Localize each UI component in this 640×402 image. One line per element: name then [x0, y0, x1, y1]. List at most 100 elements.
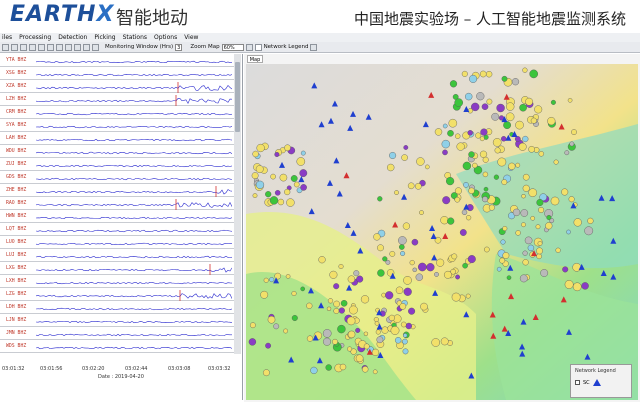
earthquake-event-marker[interactable] [493, 174, 500, 180]
earthquake-event-marker[interactable] [274, 190, 281, 196]
earthquake-event-marker[interactable] [260, 290, 269, 299]
trace-row[interactable]: ZHE BHZ [0, 186, 234, 197]
earthquake-event-marker[interactable] [568, 196, 575, 203]
earthquake-event-marker[interactable] [506, 275, 512, 280]
earthquake-event-marker[interactable] [424, 164, 430, 170]
earthquake-event-marker[interactable] [527, 244, 535, 252]
earthquake-event-marker[interactable] [454, 98, 463, 107]
trace-row[interactable]: LXG BHZ [0, 264, 234, 275]
earthquake-event-marker[interactable] [501, 75, 508, 82]
earthquake-event-marker[interactable] [468, 187, 475, 195]
earthquake-event-marker[interactable] [389, 250, 396, 257]
earthquake-event-marker[interactable] [251, 172, 259, 180]
pan-icon[interactable] [47, 43, 54, 51]
earthquake-event-marker[interactable] [296, 157, 306, 166]
earthquake-event-marker[interactable] [571, 129, 577, 136]
earthquake-event-marker[interactable] [340, 299, 348, 307]
trace-row[interactable]: YTA BHZ [0, 56, 234, 67]
earthquake-event-marker[interactable] [310, 366, 318, 375]
menu-picking[interactable]: Picking [94, 33, 115, 42]
earthquake-event-marker[interactable] [479, 70, 487, 78]
earthquake-event-marker[interactable] [333, 308, 340, 314]
earthquake-event-marker[interactable] [502, 225, 508, 231]
legend-checkbox[interactable] [575, 380, 580, 385]
earthquake-event-marker[interactable] [291, 290, 297, 296]
earthquake-event-marker[interactable] [536, 253, 542, 260]
earthquake-event-marker[interactable] [267, 315, 276, 324]
monitoring-window-input[interactable]: 3 [175, 43, 183, 51]
earthquake-event-marker[interactable] [482, 156, 489, 163]
earthquake-event-marker[interactable] [373, 233, 381, 241]
earthquake-event-marker[interactable] [572, 262, 582, 272]
earthquake-event-marker[interactable] [553, 159, 559, 165]
earthquake-event-marker[interactable] [488, 204, 495, 211]
earthquake-event-marker[interactable] [402, 222, 411, 230]
earthquake-event-marker[interactable] [496, 103, 505, 113]
trace-row[interactable]: LUJ BHZ [0, 251, 234, 262]
earthquake-event-marker[interactable] [501, 136, 507, 142]
trace-row[interactable]: ZUJ BHZ [0, 160, 234, 171]
trace-row[interactable]: SYA BHZ [0, 121, 234, 132]
earthquake-event-marker[interactable] [353, 270, 360, 277]
earthquake-event-marker[interactable] [491, 112, 500, 121]
earthquake-event-marker[interactable] [415, 273, 424, 281]
trace-row[interactable]: CRM BHZ [0, 108, 234, 119]
earthquake-event-marker[interactable] [416, 157, 425, 166]
earthquake-event-marker[interactable] [322, 337, 331, 346]
earthquake-event-marker[interactable] [377, 269, 385, 277]
earthquake-event-marker[interactable] [300, 150, 306, 156]
earthquake-event-marker[interactable] [286, 198, 295, 207]
earthquake-event-marker[interactable] [479, 150, 488, 158]
earthquake-event-marker[interactable] [442, 149, 448, 156]
earthquake-event-marker[interactable] [515, 230, 521, 236]
earthquake-event-marker[interactable] [528, 146, 535, 153]
earthquake-event-marker[interactable] [440, 337, 449, 346]
trace-row[interactable]: XZA BHZ [0, 82, 234, 93]
earthquake-event-marker[interactable] [412, 267, 417, 273]
earthquake-event-marker[interactable] [299, 169, 308, 178]
earthquake-event-marker[interactable] [355, 354, 364, 363]
earthquake-event-marker[interactable] [441, 139, 451, 149]
earthquake-event-marker[interactable] [436, 258, 445, 267]
menu-options[interactable]: Options [154, 33, 177, 42]
earthquake-event-marker[interactable] [443, 270, 452, 279]
earthquake-event-marker[interactable] [265, 342, 271, 349]
earthquake-event-marker[interactable] [270, 173, 276, 180]
earthquake-event-marker[interactable] [540, 269, 549, 277]
earthquake-event-marker[interactable] [503, 121, 511, 129]
earthquake-event-marker[interactable] [465, 293, 471, 299]
earthquake-event-marker[interactable] [581, 282, 589, 290]
earthquake-event-marker[interactable] [500, 239, 506, 245]
earthquake-event-marker[interactable] [300, 184, 307, 191]
earthquake-event-marker[interactable] [536, 247, 543, 255]
pick-icon[interactable] [56, 43, 63, 51]
earthquake-event-marker[interactable] [485, 70, 493, 78]
earthquake-event-marker[interactable] [519, 103, 527, 112]
earthquake-event-marker[interactable] [400, 321, 407, 328]
earthquake-event-marker[interactable] [528, 188, 538, 197]
trace-row[interactable]: LAH BHZ [0, 134, 234, 145]
menu-view[interactable]: View [184, 33, 198, 42]
earthquake-event-marker[interactable] [274, 272, 282, 280]
earthquake-event-marker[interactable] [562, 266, 569, 273]
trace-row[interactable]: LUO BHZ [0, 238, 234, 249]
earthquake-event-marker[interactable] [390, 326, 400, 335]
zoom-map-select[interactable]: 60% [221, 43, 244, 51]
earthquake-event-marker[interactable] [408, 307, 416, 315]
earthquake-event-marker[interactable] [555, 247, 561, 253]
earthquake-event-marker[interactable] [476, 92, 485, 101]
trace-row[interactable]: WDU BHZ [0, 147, 234, 158]
earthquake-event-marker[interactable] [306, 335, 314, 342]
earthquake-event-marker[interactable] [547, 116, 556, 126]
trace-row[interactable]: JMN BHZ [0, 329, 234, 340]
earthquake-event-marker[interactable] [480, 128, 488, 136]
earthquake-event-marker[interactable] [395, 286, 404, 295]
earthquake-event-marker[interactable] [466, 215, 472, 221]
earthquake-event-marker[interactable] [545, 222, 553, 230]
earthquake-event-marker[interactable] [414, 183, 422, 190]
earthquake-event-marker[interactable] [388, 314, 395, 322]
earthquake-event-marker[interactable] [399, 303, 407, 310]
earthquake-event-marker[interactable] [492, 138, 502, 147]
earthquake-event-marker[interactable] [567, 98, 573, 103]
earthquake-event-marker[interactable] [434, 271, 439, 277]
